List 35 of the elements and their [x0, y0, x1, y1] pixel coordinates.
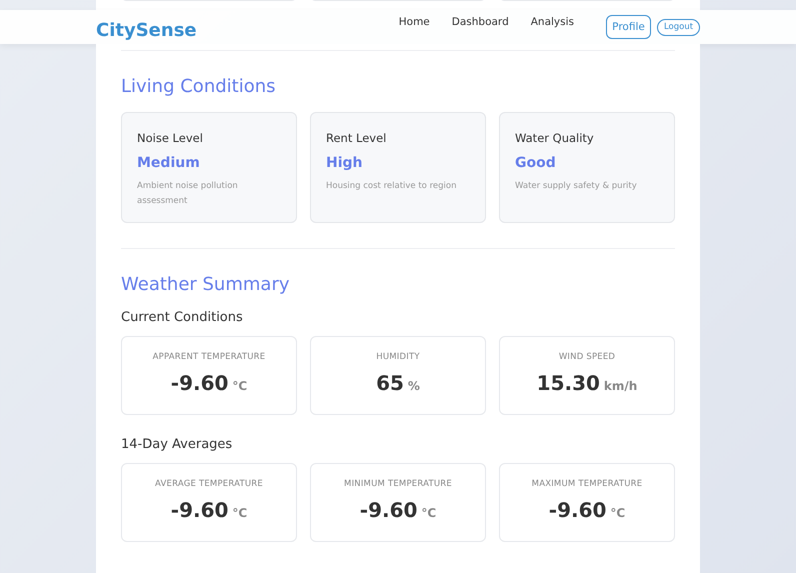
metric-value: -9.60	[170, 371, 228, 395]
card-value: High	[326, 155, 364, 171]
metric-value: 65	[376, 371, 404, 395]
metric-label: WIND SPEED	[558, 352, 616, 362]
card-description: Housing cost relative to region	[326, 180, 458, 193]
metric-label: MINIMUM TEMPERATURE	[344, 479, 452, 489]
section-title: Living Conditions	[121, 76, 277, 97]
card-label: Rent Level	[326, 131, 388, 145]
subsection-title: 14-Day Averages	[121, 437, 234, 452]
card-label: Noise Level	[137, 131, 204, 145]
metric-unit: °C	[232, 379, 248, 393]
nav-link[interactable]: Analysis	[530, 16, 574, 28]
metric-value: -9.60	[170, 498, 228, 522]
metric-unit: °C	[610, 506, 626, 520]
card-value: Good	[515, 155, 557, 171]
card-label: Water Quality	[515, 131, 595, 145]
metric-unit: °C	[421, 506, 436, 520]
section-title: Weather Summary	[121, 274, 290, 295]
metric-unit: °C	[232, 506, 248, 520]
metric-unit: %	[408, 379, 420, 393]
metric-value: -9.60	[548, 498, 606, 522]
metric-label: AVERAGE TEMPERATURE	[155, 479, 263, 489]
nav-link[interactable]: Dashboard	[452, 16, 509, 28]
nav-link[interactable]: Home	[398, 16, 430, 28]
metric-label: APPARENT TEMPERATURE	[152, 352, 266, 362]
metric-value: 15.30	[536, 371, 600, 395]
subsection-title: Current Conditions	[121, 310, 244, 325]
card-value: Medium	[137, 155, 201, 171]
metric-label: HUMIDITY	[376, 352, 420, 362]
card-description: Ambient noise pollution assessment	[137, 180, 239, 208]
logout-button[interactable]: Logout	[657, 18, 700, 36]
metric-value: -9.60	[360, 498, 418, 522]
metric-unit: km/h	[604, 379, 638, 393]
card-description: Water supply safety & purity	[515, 180, 638, 193]
metric-label: MAXIMUM TEMPERATURE	[532, 479, 642, 489]
